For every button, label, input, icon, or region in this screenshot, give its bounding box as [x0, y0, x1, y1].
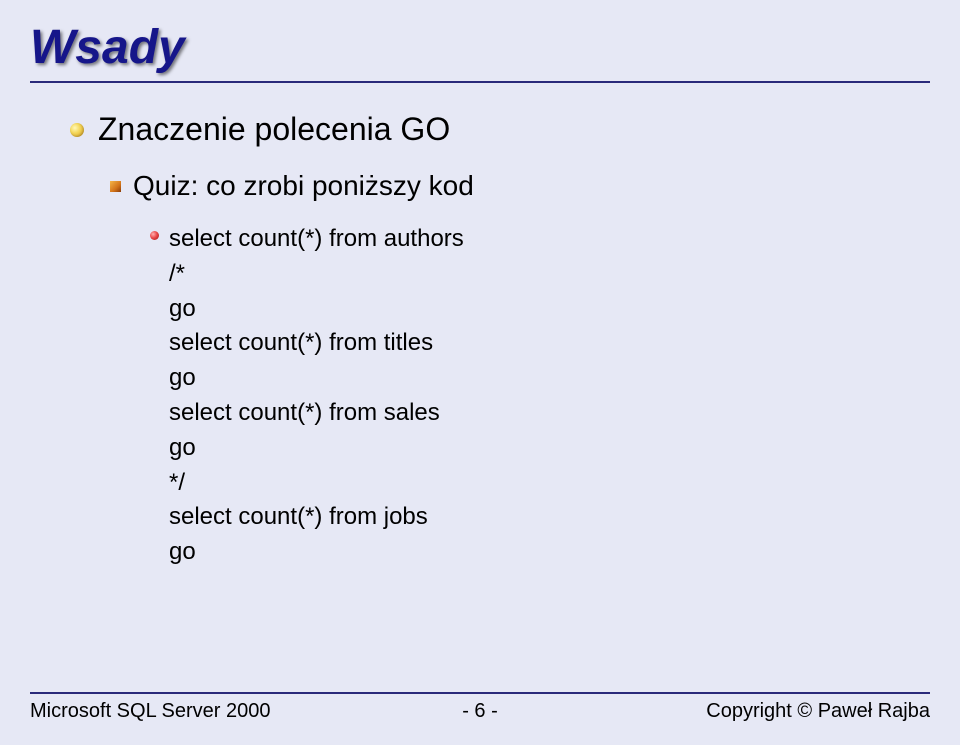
disc-bullet-icon	[70, 123, 84, 137]
footer-right: Copyright © Paweł Rajba	[706, 700, 930, 723]
bullet-level2: Quiz: co zrobi poniższy kod	[70, 170, 930, 202]
title-divider	[30, 81, 930, 83]
code-text: select count(*) from authors /* go selec…	[169, 222, 464, 570]
slide-content: Znaczenie polecenia GO Quiz: co zrobi po…	[30, 111, 930, 570]
footer-left: Microsoft SQL Server 2000	[30, 700, 270, 723]
level2-text: Quiz: co zrobi poniższy kod	[133, 170, 474, 202]
square-bullet-icon	[110, 181, 121, 192]
dot-bullet-icon	[150, 231, 159, 240]
bullet-level1: Znaczenie polecenia GO	[70, 111, 930, 148]
slide: Wsady Znaczenie polecenia GO Quiz: co zr…	[0, 0, 960, 745]
level1-text: Znaczenie polecenia GO	[98, 111, 450, 148]
slide-footer: Microsoft SQL Server 2000 - 6 - Copyrigh…	[30, 692, 930, 723]
slide-title: Wsady	[30, 20, 930, 75]
code-row: select count(*) from authors /* go selec…	[150, 222, 930, 570]
code-block: select count(*) from authors /* go selec…	[70, 222, 930, 570]
